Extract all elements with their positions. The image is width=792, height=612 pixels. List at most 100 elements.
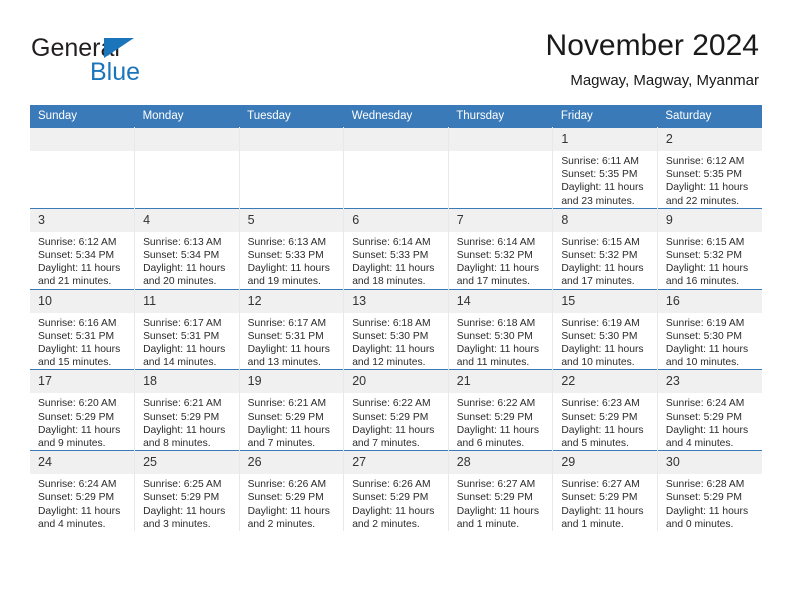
day-number: 27 (344, 451, 448, 475)
daylight-duration-line1: Daylight: 11 hours (352, 344, 435, 356)
calendar-day-cell[interactable]: 10 Sunrise: 6:16 AM Sunset: 5:31 PM Dayligh… (30, 288, 136, 370)
calendar-day-cell[interactable]: 7 Sunrise: 6:14 AM Sunset: 5:32 PM Daylight… (447, 207, 554, 290)
calendar-day-cell[interactable]: 11 Sunrise: 6:17 AM Sunset: 5:31 PM Dayligh… (134, 288, 240, 370)
calendar-day-cell[interactable]: 20 Sunrise: 6:22 AM Sunset: 5:29 PM Dayligh… (343, 369, 449, 451)
daylight-duration-line2: and 20 minutes. (143, 276, 217, 288)
day-details: Sunrise: 6:22 AM Sunset: 5:29 PM Daylight:… (449, 393, 553, 450)
calendar-day-cell[interactable]: 22 Sunrise: 6:23 AM Sunset: 5:29 PM Dayligh… (552, 369, 658, 451)
daylight-duration-line2: and 21 minutes. (38, 276, 112, 288)
sunrise-time: Sunrise: 6:28 AM (665, 479, 745, 491)
sunset-time: Sunset: 5:33 PM (352, 250, 429, 262)
day-number: 30 (657, 451, 762, 475)
sunrise-time: Sunrise: 6:26 AM (247, 479, 327, 491)
sunset-time: Sunset: 5:29 PM (247, 492, 324, 504)
calendar-day-cell[interactable]: 15 Sunrise: 6:19 AM Sunset: 5:30 PM Dayligh… (552, 288, 658, 370)
day-number: 21 (448, 370, 553, 394)
calendar-day-cell[interactable]: 3 Sunrise: 6:12 AM Sunset: 5:34 PM Daylight… (30, 207, 136, 290)
calendar-day-cell[interactable]: 24 Sunrise: 6:24 AM Sunset: 5:29 PM Dayligh… (30, 450, 136, 532)
calendar-day-cell[interactable]: 29 Sunrise: 6:27 AM Sunset: 5:29 PM Dayligh… (552, 450, 658, 532)
calendar-day-cell[interactable]: 26 Sunrise: 6:26 AM Sunset: 5:29 PM Dayligh… (238, 450, 345, 532)
sunrise-time: Sunrise: 6:14 AM (352, 236, 431, 248)
calendar-day-cell[interactable]: 14 Sunrise: 6:18 AM Sunset: 5:30 PM Dayligh… (447, 288, 554, 370)
daylight-duration-line1: Daylight: 11 hours (38, 344, 121, 356)
day-number (239, 128, 344, 151)
sunrise-time: Sunrise: 6:13 AM (143, 236, 222, 248)
calendar-day-cell[interactable]: 28 Sunrise: 6:27 AM Sunset: 5:29 PM Dayligh… (447, 450, 554, 532)
sunrise-time: Sunrise: 6:20 AM (38, 398, 117, 410)
daylight-duration-line1: Daylight: 11 hours (143, 263, 226, 275)
daylight-duration-line2: and 12 minutes. (352, 357, 426, 369)
calendar-day-cell[interactable]: 5 Sunrise: 6:13 AM Sunset: 5:33 PM Daylight… (238, 207, 345, 290)
calendar-day-cell[interactable]: 27 Sunrise: 6:26 AM Sunset: 5:29 PM Dayligh… (343, 450, 449, 532)
sunset-time: Sunset: 5:33 PM (247, 250, 324, 262)
day-number (30, 128, 135, 151)
daylight-duration-line2: and 5 minutes. (561, 438, 629, 450)
sunrise-time: Sunrise: 6:18 AM (352, 317, 431, 329)
sunrise-time: Sunrise: 6:14 AM (456, 236, 536, 248)
sunrise-time: Sunrise: 6:11 AM (561, 156, 639, 167)
day-details: Sunrise: 6:15 AM Sunset: 5:32 PM Daylight:… (553, 232, 657, 289)
logo-text-blue: Blue (90, 58, 141, 86)
sunset-time: Sunset: 5:29 PM (665, 411, 743, 423)
sunrise-time: Sunrise: 6:19 AM (665, 317, 745, 329)
calendar-day-cell[interactable]: 21 Sunrise: 6:22 AM Sunset: 5:29 PM Dayligh… (447, 369, 554, 451)
day-number (344, 128, 448, 151)
day-details: Sunrise: 6:12 AM Sunset: 5:35 PM Daylight:… (658, 151, 762, 208)
sunset-time: Sunset: 5:31 PM (143, 330, 220, 342)
daylight-duration-line2: and 16 minutes. (665, 276, 740, 288)
daylight-duration-line1: Daylight: 11 hours (143, 344, 226, 356)
daylight-duration-line1: Daylight: 11 hours (561, 505, 644, 517)
calendar-day-cell[interactable]: 16 Sunrise: 6:19 AM Sunset: 5:30 PM Dayligh… (656, 288, 762, 370)
sunrise-time: Sunrise: 6:13 AM (247, 236, 327, 248)
daylight-duration-line2: and 17 minutes. (561, 276, 635, 288)
calendar-day-cell-empty (343, 127, 449, 209)
sunrise-time: Sunrise: 6:21 AM (247, 398, 327, 410)
daylight-duration-line1: Daylight: 11 hours (561, 182, 644, 194)
calendar-day-cell[interactable]: 17 Sunrise: 6:20 AM Sunset: 5:29 PM Dayligh… (30, 369, 136, 451)
daylight-duration-line2: and 7 minutes. (352, 438, 420, 450)
day-number: 20 (344, 370, 448, 394)
day-details: Sunrise: 6:12 AM Sunset: 5:34 PM Daylight:… (30, 232, 134, 289)
calendar-day-cell[interactable]: 2 Sunrise: 6:12 AM Sunset: 5:35 PM Daylight… (656, 127, 762, 209)
daylight-duration-line2: and 1 minute. (561, 518, 624, 530)
daylight-duration-line1: Daylight: 11 hours (352, 263, 435, 275)
calendar-day-cell[interactable]: 25 Sunrise: 6:25 AM Sunset: 5:29 PM Dayligh… (134, 450, 240, 532)
sunrise-time: Sunrise: 6:27 AM (456, 479, 536, 491)
calendar-day-cell-empty (134, 127, 240, 209)
daylight-duration-line2: and 14 minutes. (143, 357, 217, 369)
calendar-day-cell[interactable]: 4 Sunrise: 6:13 AM Sunset: 5:34 PM Daylight… (134, 207, 240, 290)
page-title: November 2024 (545, 29, 759, 62)
calendar-day-cell[interactable]: 8 Sunrise: 6:15 AM Sunset: 5:32 PM Daylight… (552, 207, 658, 290)
sunrise-time: Sunrise: 6:15 AM (665, 236, 745, 248)
day-details: Sunrise: 6:17 AM Sunset: 5:31 PM Daylight:… (240, 313, 344, 370)
calendar-day-cell[interactable]: 30 Sunrise: 6:28 AM Sunset: 5:29 PM Dayligh… (656, 450, 762, 532)
calendar-day-cell[interactable]: 13 Sunrise: 6:18 AM Sunset: 5:30 PM Dayligh… (343, 288, 449, 370)
sunset-time: Sunset: 5:29 PM (665, 492, 743, 504)
day-details: Sunrise: 6:19 AM Sunset: 5:30 PM Daylight:… (553, 313, 657, 370)
day-number: 10 (30, 289, 135, 313)
day-details: Sunrise: 6:13 AM Sunset: 5:34 PM Daylight:… (135, 232, 239, 289)
day-number: 1 (553, 128, 657, 151)
day-details: Sunrise: 6:25 AM Sunset: 5:29 PM Daylight:… (135, 474, 239, 531)
daylight-duration-line1: Daylight: 11 hours (247, 424, 330, 436)
weekday-header-thursday: Thursday (448, 105, 553, 128)
calendar-day-cell[interactable]: 9 Sunrise: 6:15 AM Sunset: 5:32 PM Daylight… (656, 207, 762, 290)
calendar-day-cell[interactable]: 1 Sunrise: 6:11 AM Sunset: 5:35 PM Daylight… (552, 127, 658, 209)
daylight-duration-line2: and 3 minutes. (143, 518, 211, 530)
calendar-day-cell[interactable]: 18 Sunrise: 6:21 AM Sunset: 5:29 PM Dayligh… (134, 369, 240, 451)
sunset-time: Sunset: 5:29 PM (143, 492, 220, 504)
general-blue-logo[interactable]: General Blue (31, 34, 231, 88)
calendar-day-cell[interactable]: 23 Sunrise: 6:24 AM Sunset: 5:29 PM Dayligh… (656, 369, 762, 451)
daylight-duration-line2: and 15 minutes. (38, 357, 112, 369)
sunset-time: Sunset: 5:29 PM (352, 411, 429, 423)
day-number (135, 128, 239, 151)
daylight-duration-line2: and 6 minutes. (456, 438, 525, 450)
sunrise-time: Sunrise: 6:22 AM (352, 398, 431, 410)
calendar-day-cell[interactable]: 12 Sunrise: 6:17 AM Sunset: 5:31 PM Dayligh… (238, 288, 345, 370)
sunset-time: Sunset: 5:30 PM (561, 330, 638, 342)
calendar-day-cell[interactable]: 6 Sunrise: 6:14 AM Sunset: 5:33 PM Daylight… (343, 207, 449, 290)
calendar-day-cell[interactable]: 19 Sunrise: 6:21 AM Sunset: 5:29 PM Dayligh… (238, 369, 345, 451)
daylight-duration-line1: Daylight: 11 hours (665, 424, 749, 436)
day-details: Sunrise: 6:18 AM Sunset: 5:30 PM Daylight:… (344, 313, 448, 370)
location-subtitle: Magway, Magway, Myanmar (570, 72, 759, 89)
